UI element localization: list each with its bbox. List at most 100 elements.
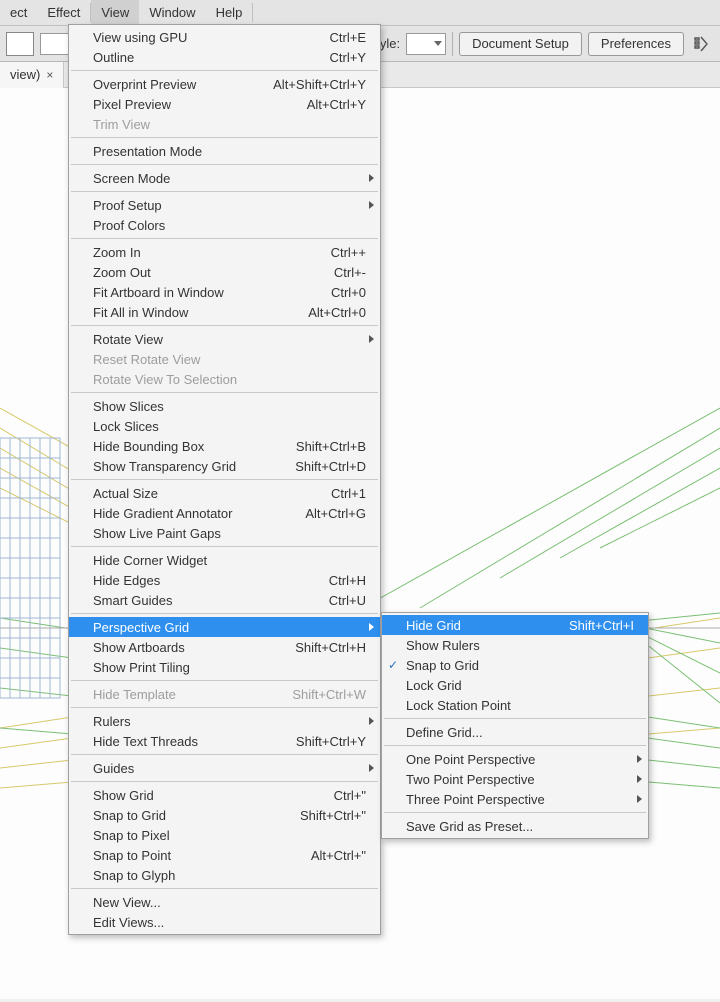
pgrid-menu-item-lock-station-point[interactable]: Lock Station Point <box>382 695 648 715</box>
view-menu-separator <box>71 680 378 681</box>
menu-item-shortcut: Ctrl+E <box>300 30 366 45</box>
pgrid-menu-separator <box>384 718 646 719</box>
view-menu-item-hide-text-threads[interactable]: Hide Text ThreadsShift+Ctrl+Y <box>69 731 380 751</box>
menu-item-shortcut: Alt+Ctrl+0 <box>278 305 366 320</box>
check-icon: ✓ <box>388 658 398 672</box>
pgrid-menu-item-hide-grid[interactable]: Hide GridShift+Ctrl+I <box>382 615 648 635</box>
menubar-divider <box>252 3 253 22</box>
pgrid-menu-item-one-point-perspective[interactable]: One Point Perspective <box>382 749 648 769</box>
style-dropdown[interactable] <box>406 33 446 55</box>
view-menu-item-show-slices[interactable]: Show Slices <box>69 396 380 416</box>
menu-item-label: Define Grid... <box>406 725 634 740</box>
view-menu-item-rotate-view[interactable]: Rotate View <box>69 329 380 349</box>
menubar-item-window[interactable]: Window <box>139 0 205 25</box>
menu-item-label: Overprint Preview <box>93 77 243 92</box>
view-menu-item-zoom-in[interactable]: Zoom InCtrl++ <box>69 242 380 262</box>
pgrid-menu-item-lock-grid[interactable]: Lock Grid <box>382 675 648 695</box>
menu-item-label: Presentation Mode <box>93 144 366 159</box>
view-menu-separator <box>71 781 378 782</box>
view-menu-item-screen-mode[interactable]: Screen Mode <box>69 168 380 188</box>
view-menu-item-hide-edges[interactable]: Hide EdgesCtrl+H <box>69 570 380 590</box>
menu-item-label: Trim View <box>93 117 366 132</box>
menubar-item-effect[interactable]: Effect <box>37 0 90 25</box>
tab-label: view) <box>10 67 40 82</box>
view-menu-item-zoom-out[interactable]: Zoom OutCtrl+- <box>69 262 380 282</box>
menu-item-shortcut: Shift+Ctrl+D <box>265 459 366 474</box>
pgrid-menu-item-show-rulers[interactable]: Show Rulers <box>382 635 648 655</box>
view-menu-item-outline[interactable]: OutlineCtrl+Y <box>69 47 380 67</box>
menubar-item-help[interactable]: Help <box>206 0 253 25</box>
view-menu-item-lock-slices[interactable]: Lock Slices <box>69 416 380 436</box>
view-menu-item-show-live-paint-gaps[interactable]: Show Live Paint Gaps <box>69 523 380 543</box>
menu-item-shortcut: Ctrl+1 <box>301 486 366 501</box>
menu-item-label: Show Print Tiling <box>93 660 366 675</box>
view-menu-item-fit-artboard-in-window[interactable]: Fit Artboard in WindowCtrl+0 <box>69 282 380 302</box>
view-menu-item-presentation-mode[interactable]: Presentation Mode <box>69 141 380 161</box>
view-menu-item-hide-bounding-box[interactable]: Hide Bounding BoxShift+Ctrl+B <box>69 436 380 456</box>
view-menu-item-hide-corner-widget[interactable]: Hide Corner Widget <box>69 550 380 570</box>
view-menu-item-hide-template: Hide TemplateShift+Ctrl+W <box>69 684 380 704</box>
view-menu-item-snap-to-point[interactable]: Snap to PointAlt+Ctrl+" <box>69 845 380 865</box>
menu-item-label: Show Transparency Grid <box>93 459 265 474</box>
preferences-button[interactable]: Preferences <box>588 32 684 56</box>
view-menu-item-overprint-preview[interactable]: Overprint PreviewAlt+Shift+Ctrl+Y <box>69 74 380 94</box>
menu-item-label: Outline <box>93 50 300 65</box>
view-menu-item-pixel-preview[interactable]: Pixel PreviewAlt+Ctrl+Y <box>69 94 380 114</box>
view-menu-item-guides[interactable]: Guides <box>69 758 380 778</box>
view-menu-item-rotate-view-to-selection: Rotate View To Selection <box>69 369 380 389</box>
view-menu-item-snap-to-pixel[interactable]: Snap to Pixel <box>69 825 380 845</box>
menu-item-label: Smart Guides <box>93 593 299 608</box>
menu-item-label: Save Grid as Preset... <box>406 819 634 834</box>
panel-toggle-icon[interactable] <box>690 32 714 56</box>
view-menu-item-smart-guides[interactable]: Smart GuidesCtrl+U <box>69 590 380 610</box>
fill-swatch[interactable] <box>6 32 34 56</box>
pgrid-menu-item-define-grid[interactable]: Define Grid... <box>382 722 648 742</box>
view-menu-item-actual-size[interactable]: Actual SizeCtrl+1 <box>69 483 380 503</box>
pgrid-menu-item-save-grid-as-preset[interactable]: Save Grid as Preset... <box>382 816 648 836</box>
submenu-arrow-icon <box>369 623 374 631</box>
view-menu-separator <box>71 392 378 393</box>
view-menu: View using GPUCtrl+EOutlineCtrl+Y Overpri… <box>68 24 381 935</box>
perspective-grid-submenu: Hide GridShift+Ctrl+IShow Rulers✓Snap to… <box>381 612 649 839</box>
document-tab[interactable]: view) × <box>0 62 64 88</box>
menu-item-label: Show Live Paint Gaps <box>93 526 366 541</box>
view-menu-item-rulers[interactable]: Rulers <box>69 711 380 731</box>
menubar-item-select[interactable]: ect <box>0 0 37 25</box>
menu-item-shortcut: Ctrl+H <box>299 573 366 588</box>
view-menu-item-show-print-tiling[interactable]: Show Print Tiling <box>69 657 380 677</box>
view-menu-item-hide-gradient-annotator[interactable]: Hide Gradient AnnotatorAlt+Ctrl+G <box>69 503 380 523</box>
menu-item-label: Perspective Grid <box>93 620 366 635</box>
pgrid-menu-item-three-point-perspective[interactable]: Three Point Perspective <box>382 789 648 809</box>
pgrid-menu-separator <box>384 812 646 813</box>
document-setup-button[interactable]: Document Setup <box>459 32 582 56</box>
menu-item-label: Lock Station Point <box>406 698 634 713</box>
view-menu-item-fit-all-in-window[interactable]: Fit All in WindowAlt+Ctrl+0 <box>69 302 380 322</box>
menu-item-label: Fit Artboard in Window <box>93 285 301 300</box>
view-menu-item-perspective-grid[interactable]: Perspective Grid <box>69 617 380 637</box>
view-menu-item-snap-to-grid[interactable]: Snap to GridShift+Ctrl+" <box>69 805 380 825</box>
menu-item-shortcut: Ctrl+- <box>304 265 366 280</box>
menu-item-label: Two Point Perspective <box>406 772 634 787</box>
view-menu-item-reset-rotate-view: Reset Rotate View <box>69 349 380 369</box>
view-menu-item-view-using-gpu[interactable]: View using GPUCtrl+E <box>69 27 380 47</box>
pgrid-menu-item-snap-to-grid[interactable]: ✓Snap to Grid <box>382 655 648 675</box>
view-menu-item-show-grid[interactable]: Show GridCtrl+" <box>69 785 380 805</box>
menu-item-label: Show Grid <box>93 788 304 803</box>
view-menu-item-proof-colors[interactable]: Proof Colors <box>69 215 380 235</box>
menu-item-shortcut: Shift+Ctrl+W <box>262 687 366 702</box>
pgrid-menu-item-two-point-perspective[interactable]: Two Point Perspective <box>382 769 648 789</box>
view-menu-item-show-artboards[interactable]: Show ArtboardsShift+Ctrl+H <box>69 637 380 657</box>
close-icon[interactable]: × <box>46 68 53 82</box>
menu-item-label: Reset Rotate View <box>93 352 366 367</box>
menubar-item-view[interactable]: View <box>91 0 139 25</box>
view-menu-item-proof-setup[interactable]: Proof Setup <box>69 195 380 215</box>
menubar: ect Effect View Window Help <box>0 0 720 26</box>
menu-item-label: Rotate View <box>93 332 366 347</box>
menu-item-label: Proof Setup <box>93 198 366 213</box>
view-menu-item-new-view[interactable]: New View... <box>69 892 380 912</box>
view-menu-separator <box>71 137 378 138</box>
view-menu-item-edit-views[interactable]: Edit Views... <box>69 912 380 932</box>
view-menu-item-snap-to-glyph[interactable]: Snap to Glyph <box>69 865 380 885</box>
menu-item-shortcut: Shift+Ctrl+Y <box>266 734 366 749</box>
view-menu-item-show-transparency-grid[interactable]: Show Transparency GridShift+Ctrl+D <box>69 456 380 476</box>
